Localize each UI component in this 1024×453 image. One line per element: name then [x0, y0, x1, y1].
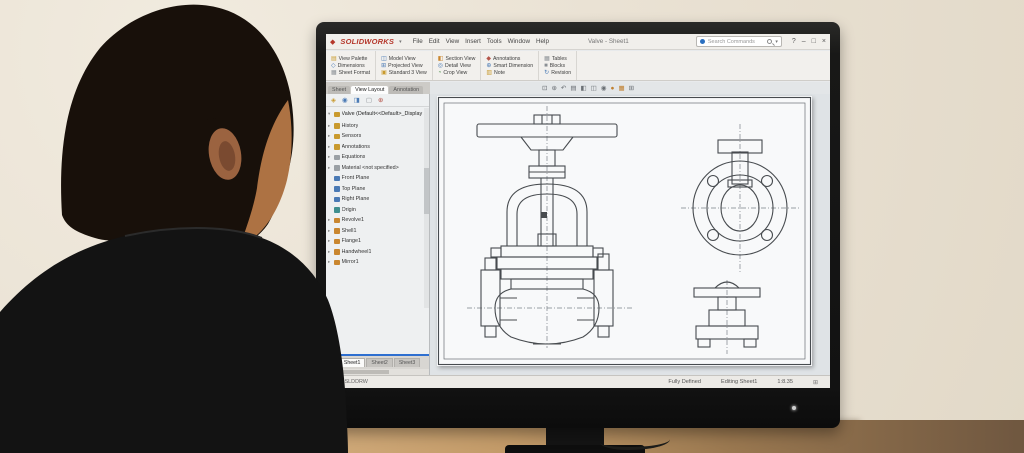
- ribbon-item-detail-view[interactable]: ◎Detail View: [438, 63, 476, 69]
- minimize-button[interactable]: –: [802, 38, 806, 45]
- sheet-tab-2[interactable]: Sheet2: [366, 358, 392, 367]
- menu-bar: File Edit View Insert Tools Window Help: [413, 38, 549, 45]
- tree-scrollbar-thumb[interactable]: [424, 168, 429, 214]
- search-placeholder: Search Commands: [708, 39, 764, 45]
- tab-annotation[interactable]: Annotation: [389, 86, 423, 94]
- ribbon-group-sections: ◧Section View ◎Detail View ◔Crop View: [433, 51, 482, 80]
- model-view-icon: ◫: [381, 56, 387, 62]
- status-right-cluster: Fully Defined Editing Sheet1 1:8.35 ⊞: [668, 379, 818, 386]
- title-bar: ◆ SOLIDWORKS ▾ File Edit View Insert Too…: [326, 34, 830, 50]
- standard-3-view-icon: ▣: [381, 70, 387, 76]
- apply-scene-icon[interactable]: ▦: [618, 84, 624, 92]
- menu-edit[interactable]: Edit: [429, 38, 440, 45]
- hide-show-items-icon[interactable]: ◉: [601, 84, 607, 92]
- person: [0, 0, 360, 453]
- search-icon[interactable]: [767, 39, 772, 44]
- search-brand-icon: [700, 39, 705, 44]
- monitor: ◆ SOLIDWORKS ▾ File Edit View Insert Too…: [316, 22, 840, 428]
- annotations-icon: ◆: [486, 56, 491, 62]
- menu-window[interactable]: Window: [508, 38, 530, 45]
- graphics-area[interactable]: [430, 94, 830, 375]
- ribbon-item-projected-view[interactable]: ⊞Projected View: [381, 63, 427, 69]
- crop-view-icon: ◔: [438, 70, 442, 76]
- drawing-view-front[interactable]: [467, 106, 633, 348]
- status-defined: Fully Defined: [668, 379, 701, 385]
- ribbon-item-section-view[interactable]: ◧Section View: [438, 56, 476, 62]
- previous-view-icon[interactable]: ↶: [561, 84, 566, 92]
- section-view-icon[interactable]: ▤: [570, 84, 576, 92]
- close-button[interactable]: ×: [822, 38, 826, 45]
- tab-row: Sheet View Layout Annotation ⊡ ⊕ ↶ ▤ ◧ ◫…: [326, 82, 830, 94]
- drawing-sheet[interactable]: [437, 96, 812, 366]
- menu-insert[interactable]: Insert: [465, 38, 481, 45]
- cad-application-window: ◆ SOLIDWORKS ▾ File Edit View Insert Too…: [326, 34, 830, 388]
- ribbon-item-note[interactable]: ▥Note: [486, 70, 533, 76]
- ribbon-item-blocks[interactable]: ■Blocks: [544, 63, 571, 69]
- headsup-view-toolbar: ⊡ ⊕ ↶ ▤ ◧ ◫ ◉ ● ▦ ⊞: [542, 84, 634, 92]
- menu-help[interactable]: Help: [536, 38, 549, 45]
- search-caret-icon[interactable]: ▾: [775, 39, 778, 45]
- document-title: Valve - Sheet1: [588, 38, 629, 45]
- display-style-icon[interactable]: ◫: [591, 84, 597, 92]
- zoom-fit-icon[interactable]: ⊡: [542, 84, 547, 92]
- units-grid-icon[interactable]: ⊞: [813, 379, 818, 386]
- ribbon-item-crop-view[interactable]: ◔Crop View: [438, 70, 476, 76]
- drawing-view-end[interactable]: [681, 124, 799, 272]
- ribbon-item-annotations[interactable]: ◆Annotations: [486, 56, 533, 62]
- ribbon-item-model-view[interactable]: ◫Model View: [381, 56, 427, 62]
- view-orientation-icon[interactable]: ◧: [581, 84, 587, 92]
- blocks-icon: ■: [544, 63, 548, 69]
- menu-view[interactable]: View: [446, 38, 460, 45]
- drawing-view-top[interactable]: [694, 280, 760, 354]
- dimxpert-manager-icon[interactable]: ▢: [366, 96, 372, 104]
- status-editing: Editing Sheet1: [721, 379, 757, 385]
- tree-scrollbar[interactable]: [424, 108, 429, 308]
- sheet-tab-3[interactable]: Sheet3: [394, 358, 420, 367]
- ribbon-group-views: ◫Model View ⊞Projected View ▣Standard 3 …: [376, 51, 433, 80]
- graphics-top-strip: ⊡ ⊕ ↶ ▤ ◧ ◫ ◉ ● ▦ ⊞: [430, 82, 830, 94]
- command-ribbon: ▤View Palette ◇Dimensions ▦Sheet Format …: [326, 51, 830, 81]
- menu-tools[interactable]: Tools: [487, 38, 502, 45]
- ribbon-item-revision[interactable]: ↻Revision: [544, 70, 571, 76]
- edit-appearance-icon[interactable]: ●: [611, 85, 615, 92]
- status-scale: 1:8.35: [777, 379, 793, 385]
- logo-caret-icon[interactable]: ▾: [399, 39, 402, 45]
- detail-view-icon: ◎: [438, 63, 443, 69]
- power-led-icon: [792, 406, 796, 410]
- section-view-icon: ◧: [438, 56, 444, 62]
- menu-file[interactable]: File: [413, 38, 423, 45]
- window-controls: ? – □ ×: [792, 38, 826, 45]
- main-content: ◈ ◉ ◨ ▢ ⊕ ▾ Valve (Default<<Default>_Dis…: [326, 94, 830, 375]
- sweater: [0, 228, 348, 453]
- search-input[interactable]: Search Commands ▾: [696, 36, 782, 47]
- display-manager-icon[interactable]: ⊕: [378, 96, 383, 104]
- help-button[interactable]: ?: [792, 38, 796, 45]
- ribbon-group-tables: ▦Tables ■Blocks ↻Revision: [539, 51, 577, 80]
- projected-view-icon: ⊞: [381, 63, 386, 69]
- restore-button[interactable]: □: [812, 38, 816, 45]
- ribbon-item-tables[interactable]: ▦Tables: [544, 56, 571, 62]
- ribbon-item-standard-3-view[interactable]: ▣Standard 3 View: [381, 70, 427, 76]
- valve-drawing: [437, 96, 812, 366]
- status-bar: Valve.SLDDRW Fully Defined Editing Sheet…: [326, 375, 830, 388]
- note-icon: ▥: [486, 70, 492, 76]
- view-settings-icon[interactable]: ⊞: [629, 84, 634, 92]
- revision-icon: ↻: [544, 70, 549, 76]
- ribbon-item-smart-dimension[interactable]: ⊕Smart Dimension: [486, 63, 533, 69]
- zoom-area-icon[interactable]: ⊕: [551, 84, 556, 92]
- ribbon-group-annotation: ◆Annotations ⊕Smart Dimension ▥Note: [481, 51, 539, 80]
- scene: ◆ SOLIDWORKS ▾ File Edit View Insert Too…: [0, 0, 1024, 453]
- smart-dimension-icon: ⊕: [486, 63, 491, 69]
- tables-icon: ▦: [544, 56, 550, 62]
